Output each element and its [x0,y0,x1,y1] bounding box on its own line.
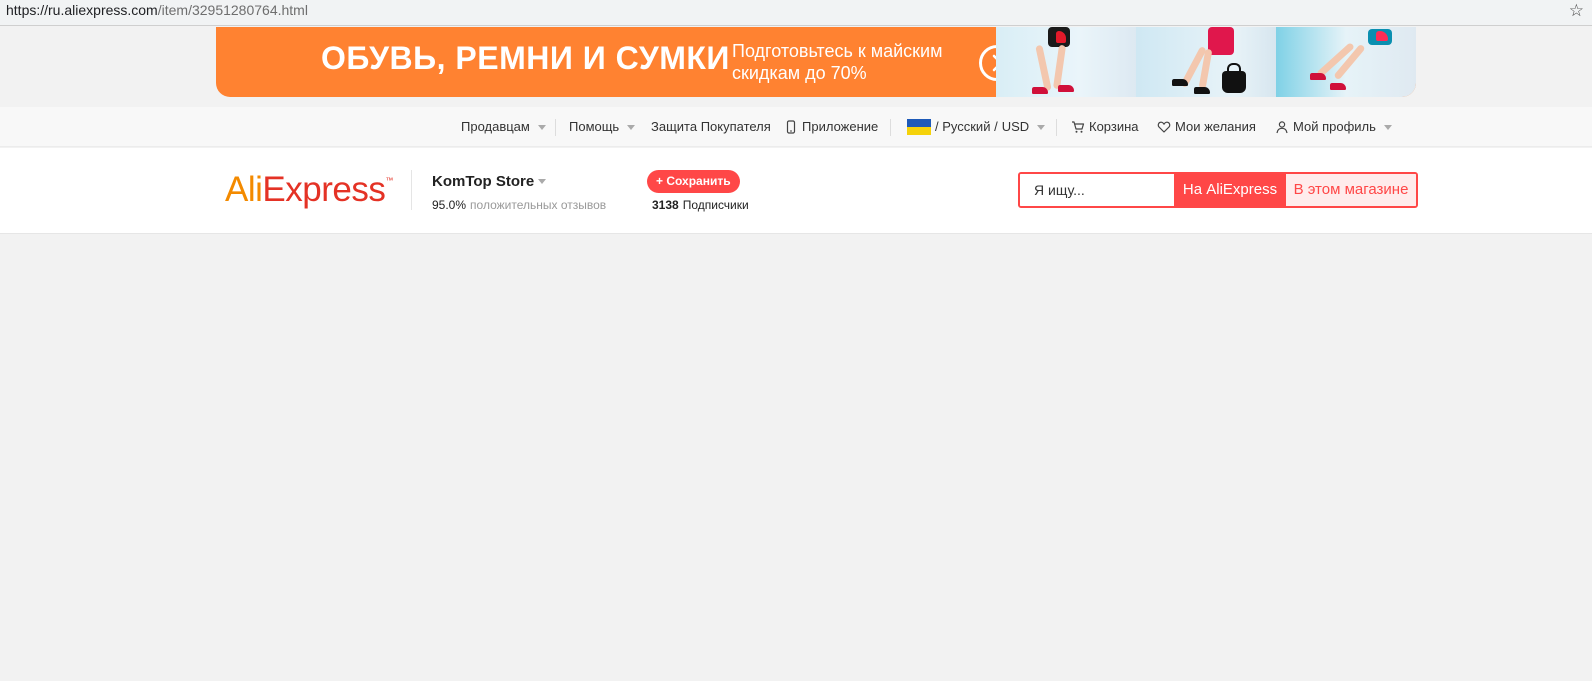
aliexpress-logo[interactable]: AliExpress™ [225,170,393,210]
banner-photo-3 [1276,27,1416,97]
ukraine-flag-icon [907,119,931,135]
nav-cart[interactable]: Корзина [1071,119,1139,135]
nav-wishlist-label: Мои желания [1175,119,1256,134]
caret-down-icon [1037,124,1046,130]
save-store-button[interactable]: + Сохранить [647,170,740,193]
followers-label: Подписчики [682,198,749,212]
address-bar[interactable]: https://ru.aliexpress.com/item/329512807… [0,0,1592,26]
rating-percent: 95.0% [432,198,467,212]
store-name-label: KomTop Store [432,173,535,190]
nav-buyer-protection[interactable]: Защита Покупателя [651,119,771,135]
caret-down-icon [627,124,636,130]
nav-divider [555,119,556,136]
user-icon [1276,121,1288,134]
caret-down-icon [538,179,547,184]
banner-photo-2 [1136,27,1276,97]
banner-photos [996,27,1416,97]
nav-sellers-label: Продавцам [461,119,530,134]
nav-app[interactable]: Приложение [784,119,878,135]
promo-banner[interactable]: ОБУВЬ, РЕМНИ И СУМКИ Подготовьтесь к май… [216,27,1416,97]
phone-icon [786,120,796,134]
top-navigation: Продавцам Помощь Защита Покупателя Прило… [0,107,1592,147]
followers-count: 3138 Подписчики [652,198,749,212]
url-path: /item/32951280764.html [157,2,308,18]
url-text[interactable]: https://ru.aliexpress.com/item/329512807… [6,2,308,18]
nav-cart-label: Корзина [1089,119,1139,134]
nav-wishlist[interactable]: Мои желания [1157,119,1256,135]
store-name[interactable]: KomTop Store [432,173,547,190]
nav-currency-label: USD [1001,119,1030,134]
search-aliexpress-button[interactable]: На AliExpress [1174,174,1286,206]
nav-divider [890,119,891,136]
nav-divider [1056,119,1057,136]
nav-buyer-protection-label: Защита Покупателя [651,119,771,134]
heart-icon [1157,121,1171,133]
search-store-button[interactable]: В этом магазине [1286,174,1416,206]
caret-down-icon [1383,124,1392,130]
nav-profile-label: Мой профиль [1293,119,1376,134]
star-icon[interactable]: ☆ [1569,1,1584,21]
store-rating: 95.0% положительных отзывов [432,198,606,212]
rating-label: положительных отзывов [470,198,607,212]
banner-subtitle: Подготовьтесь к майским скидкам до 70% [732,41,943,83]
banner-photo-1 [996,27,1136,97]
nav-help[interactable]: Помощь [569,119,636,135]
search-input[interactable]: Я ищу... [1020,174,1174,206]
nav-help-label: Помощь [569,119,620,134]
followers-number: 3138 [652,198,679,212]
header-divider [411,170,412,210]
caret-down-icon [537,124,546,130]
url-host: https://ru.aliexpress.com [6,2,158,18]
nav-language-label: / Русский / [935,119,998,134]
nav-profile[interactable]: Мой профиль [1275,119,1392,135]
nav-sellers[interactable]: Продавцам [461,119,546,135]
search-bar: Я ищу... На AliExpress В этом магазине [1018,172,1418,208]
nav-region-language[interactable]: / Русский / USD [907,119,1046,135]
cart-icon [1072,121,1085,133]
nav-app-label: Приложение [802,119,879,134]
banner-title: ОБУВЬ, РЕМНИ И СУМКИ [321,40,730,76]
